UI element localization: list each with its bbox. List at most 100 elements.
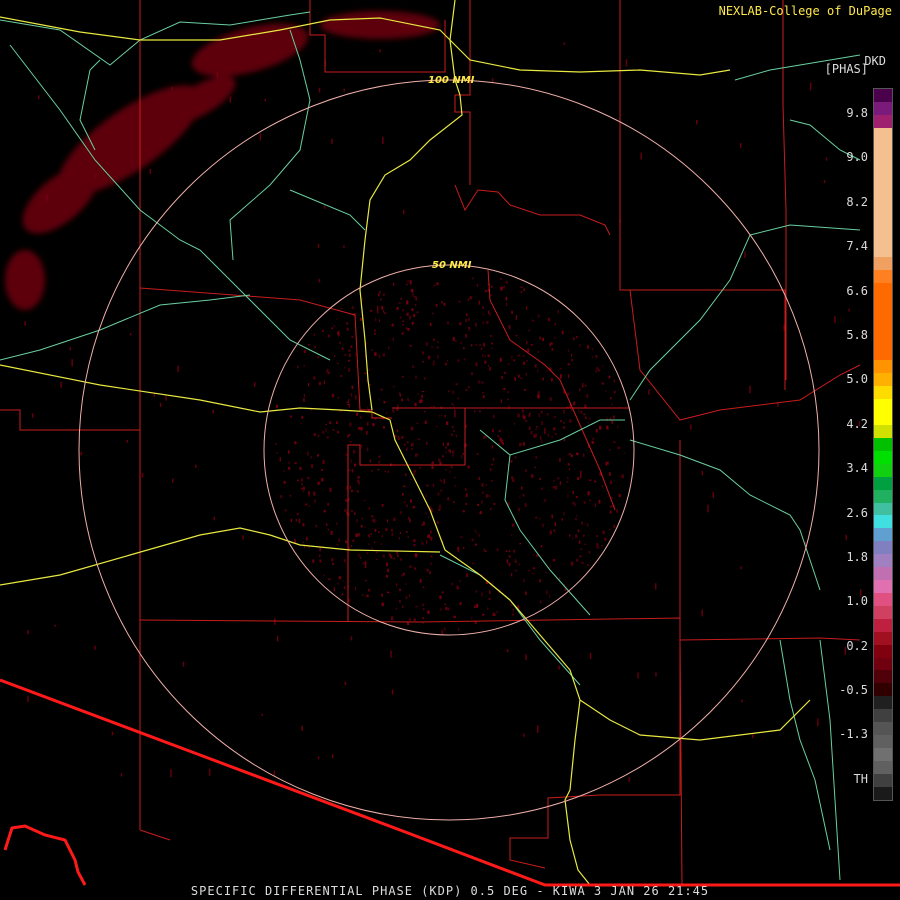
echo-speckle (459, 602, 462, 605)
echo-speckle (415, 453, 417, 457)
echo-speckle (573, 337, 575, 341)
echo-speckle (369, 459, 372, 463)
echo-speckle (379, 291, 381, 294)
echo-speckle (476, 453, 479, 455)
echo-speckle (322, 459, 325, 464)
echo-speckle (410, 499, 412, 503)
echo-speckle (441, 414, 443, 417)
echo-speckle (507, 398, 509, 401)
echo-speckle (376, 551, 378, 554)
echo-speckle (532, 319, 534, 322)
echo-speckle (508, 405, 510, 410)
echo-speckle (584, 543, 587, 545)
echo-speckle (430, 323, 432, 326)
echo-speckle (431, 466, 434, 469)
echo-speckle (454, 409, 456, 418)
echo-speckle (399, 532, 401, 534)
echo-speckle (358, 553, 360, 558)
color-scale-segment (874, 760, 892, 774)
echo-speckle (329, 487, 332, 492)
echo-speckle (350, 459, 352, 464)
echo-speckle (475, 322, 477, 327)
echo-speckle (350, 544, 353, 547)
echo-speckle (848, 308, 850, 312)
echo-speckle (338, 538, 340, 542)
echo-speckle (476, 532, 478, 534)
echo-speckle (534, 433, 537, 438)
echo-speckle (430, 530, 432, 534)
echo-speckle (344, 367, 346, 369)
echo-speckle (460, 341, 462, 345)
echo-speckle (527, 348, 530, 353)
echo-speckle (349, 353, 351, 358)
echo-speckle (500, 286, 503, 291)
echo-speckle (825, 157, 828, 161)
echo-speckle (440, 479, 442, 482)
echo-speckle (409, 618, 411, 621)
echo-speckle (363, 499, 366, 502)
echo-speckle (560, 420, 562, 423)
echo-speckle (349, 422, 352, 427)
echo-speckle (608, 375, 611, 379)
echo-speckle (364, 561, 367, 568)
echo-speckle (535, 456, 537, 459)
echo-speckle (298, 518, 301, 522)
echo-speckle (478, 476, 480, 480)
echo-speckle (542, 523, 544, 528)
echo-speckle (471, 372, 473, 376)
echo-speckle (441, 591, 444, 594)
echo-speckle (315, 524, 317, 528)
echo-speckle (506, 649, 509, 653)
echo-speckle (567, 477, 569, 480)
echo-speckle (383, 309, 385, 313)
echo-speckle (560, 374, 562, 378)
international-border (0, 678, 900, 887)
echo-speckle (584, 384, 587, 387)
echo-speckle (46, 194, 48, 202)
echo-speckle (473, 409, 476, 413)
color-scale-segment (874, 360, 892, 374)
echo-speckle (401, 435, 404, 439)
echo-speckle (523, 388, 526, 391)
echo-speckle (549, 397, 552, 401)
echo-speckle (351, 469, 354, 473)
echo-speckle (427, 355, 431, 360)
echo-speckle (362, 594, 364, 596)
echo-speckle (481, 483, 484, 487)
echo-speckle (690, 424, 692, 430)
echo-speckle (752, 734, 754, 738)
echo-speckle (449, 470, 451, 474)
echo-speckle (402, 572, 405, 576)
echo-speckle (576, 336, 578, 339)
echo-speckle (328, 334, 331, 338)
echo-speckle (346, 327, 349, 331)
echo-speckle (502, 285, 506, 289)
echo-speckle (332, 562, 335, 566)
echo-speckle (364, 526, 366, 528)
echo-speckle (522, 361, 526, 365)
echo-speckle (512, 613, 514, 616)
color-scale-segment (874, 437, 892, 451)
echo-speckle (120, 773, 123, 777)
echo-speckle (300, 423, 302, 425)
echo-speckle (473, 605, 476, 608)
echo-speckle (545, 572, 547, 574)
echo-speckle (444, 362, 447, 366)
echo-speckle (433, 338, 435, 342)
echo-speckle (394, 434, 397, 438)
echo-speckle (327, 528, 329, 531)
echo-speckle (337, 397, 340, 399)
echo-speckle (581, 561, 584, 564)
echo-speckle (452, 450, 455, 454)
echo-speckle (275, 404, 279, 408)
echo-speckle (568, 349, 570, 352)
echo-speckle (348, 349, 351, 352)
echo-speckle (637, 672, 639, 679)
echo-speckle (346, 322, 349, 325)
color-scale-segment (874, 424, 892, 438)
echo-speckle (587, 564, 590, 566)
echo-speckle (442, 442, 445, 446)
echo-speckle (313, 376, 316, 380)
echo-speckle (398, 537, 400, 540)
echo-speckle (411, 289, 414, 291)
